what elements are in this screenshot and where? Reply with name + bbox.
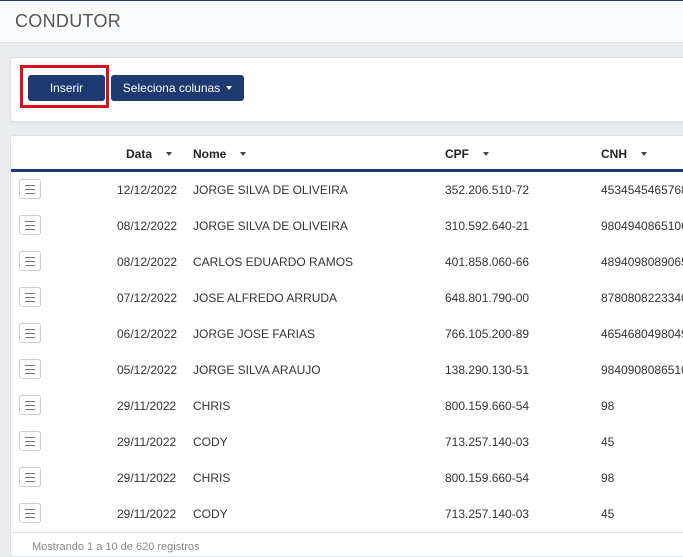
cell-nome: JORGE SILVA DE OLIVEIRA [193, 183, 348, 197]
cell-cpf: 648.801.790-00 [445, 291, 530, 305]
cell-cnh: 4894098089065 [601, 255, 683, 269]
cell-nome: CODY [193, 435, 228, 449]
cell-cpf: 310.592.640-21 [445, 219, 530, 233]
column-header-cnh[interactable]: CNH [601, 147, 647, 161]
column-header-data-label: Data [126, 147, 153, 161]
row-menu-icon[interactable] [19, 359, 41, 379]
sort-caret-icon[interactable] [240, 152, 247, 156]
cell-cnh: 45 [601, 507, 615, 521]
cell-nome: CHRIS [193, 471, 231, 485]
cell-data: 29/11/2022 [117, 471, 177, 485]
row-menu-icon[interactable] [19, 395, 41, 415]
page-title: CONDUTOR [15, 11, 122, 31]
table-row[interactable]: 07/12/2022 JOSE ALFREDO ARRUDA 648.801.790… [11, 280, 683, 317]
cell-cpf: 401.858.060-66 [445, 255, 530, 269]
cell-cnh: 98 [601, 471, 615, 485]
insert-button[interactable]: Inserir [28, 75, 105, 101]
row-menu-icon[interactable] [19, 287, 41, 307]
cell-cpf: 352.206.510-72 [445, 183, 530, 197]
column-header-nome-label: Nome [193, 147, 227, 161]
table-header: Data Nome CPF CNH [11, 136, 683, 172]
table-row[interactable]: 29/11/2022 CODY 713.257.140-03 45 [11, 496, 683, 533]
cell-data: 29/11/2022 [117, 435, 177, 449]
column-header-cpf[interactable]: CPF [445, 147, 489, 161]
select-columns-label: Seleciona colunas [122, 81, 221, 95]
cell-nome: JORGE SILVA ARAUJO [193, 363, 321, 377]
caret-down-icon [226, 86, 233, 90]
row-menu-icon[interactable] [19, 467, 41, 487]
row-menu-icon[interactable] [19, 215, 41, 235]
cell-data: 06/12/2022 [117, 327, 177, 341]
page-header: CONDUTOR [0, 1, 683, 43]
column-header-nome[interactable]: Nome [193, 147, 247, 161]
cell-data: 08/12/2022 [117, 219, 177, 233]
cell-cpf: 713.257.140-03 [445, 435, 530, 449]
table-row[interactable]: 05/12/2022 JORGE SILVA ARAUJO 138.290.130-… [11, 352, 683, 389]
table-row[interactable]: 06/12/2022 JORGE JOSE FARIAS 766.105.200-8… [11, 316, 683, 353]
row-menu-icon[interactable] [19, 503, 41, 523]
cell-nome: CHRIS [193, 399, 231, 413]
cell-cnh: 4534545465768 [601, 183, 683, 197]
column-header-cpf-label: CPF [445, 147, 469, 161]
cell-cnh: 9840908086510 [601, 363, 683, 377]
cell-cpf: 800.159.660-54 [445, 471, 530, 485]
cell-nome: CODY [193, 507, 228, 521]
cell-cpf: 713.257.140-03 [445, 507, 530, 521]
cell-data: 29/11/2022 [117, 507, 177, 521]
cell-cpf: 800.159.660-54 [445, 399, 530, 413]
sort-caret-icon[interactable] [166, 152, 173, 156]
cell-data: 05/12/2022 [117, 363, 177, 377]
cell-cnh: 4654680498049 [601, 327, 683, 341]
column-header-data[interactable]: Data [126, 147, 173, 161]
cell-cnh: 98 [601, 399, 615, 413]
column-header-cnh-label: CNH [601, 147, 627, 161]
cell-cpf: 138.290.130-51 [445, 363, 530, 377]
cell-cnh: 8780808223340 [601, 291, 683, 305]
cell-nome: JORGE SILVA DE OLIVEIRA [193, 219, 348, 233]
insert-button-label: Inserir [49, 81, 84, 95]
cell-nome: CARLOS EDUARDO RAMOS [193, 255, 354, 269]
sort-caret-icon[interactable] [483, 152, 489, 156]
row-menu-icon[interactable] [19, 251, 41, 271]
cell-data: 12/12/2022 [117, 183, 177, 197]
table-row[interactable]: 12/12/2022 JORGE SILVA DE OLIVEIRA 352.206… [11, 172, 683, 209]
table-row[interactable]: 08/12/2022 JORGE SILVA DE OLIVEIRA 310.592… [11, 208, 683, 245]
row-menu-icon[interactable] [19, 179, 41, 199]
cell-nome: JORGE JOSE FARIAS [193, 327, 316, 341]
row-menu-icon[interactable] [19, 323, 41, 343]
cell-cnh: 45 [601, 435, 615, 449]
table-row[interactable]: 29/11/2022 CHRIS 800.159.660-54 98 [11, 388, 683, 425]
table-row[interactable]: 08/12/2022 CARLOS EDUARDO RAMOS 401.858.06… [11, 244, 683, 281]
cell-data: 08/12/2022 [117, 255, 177, 269]
cell-nome: JOSE ALFREDO ARRUDA [193, 291, 338, 305]
table-row[interactable]: 29/11/2022 CODY 713.257.140-03 45 [11, 424, 683, 461]
pagination-summary: Mostrando 1 a 10 de 620 registros [32, 541, 200, 553]
sort-caret-icon[interactable] [641, 152, 647, 156]
cell-cnh: 9804940865106 [601, 219, 683, 233]
table-row[interactable]: 29/11/2022 CHRIS 800.159.660-54 98 [11, 460, 683, 497]
cell-data: 07/12/2022 [117, 291, 177, 305]
select-columns-button[interactable]: Seleciona colunas [111, 75, 244, 101]
cell-data: 29/11/2022 [117, 399, 177, 413]
row-menu-icon[interactable] [19, 431, 41, 451]
cell-cpf: 766.105.200-89 [445, 327, 530, 341]
